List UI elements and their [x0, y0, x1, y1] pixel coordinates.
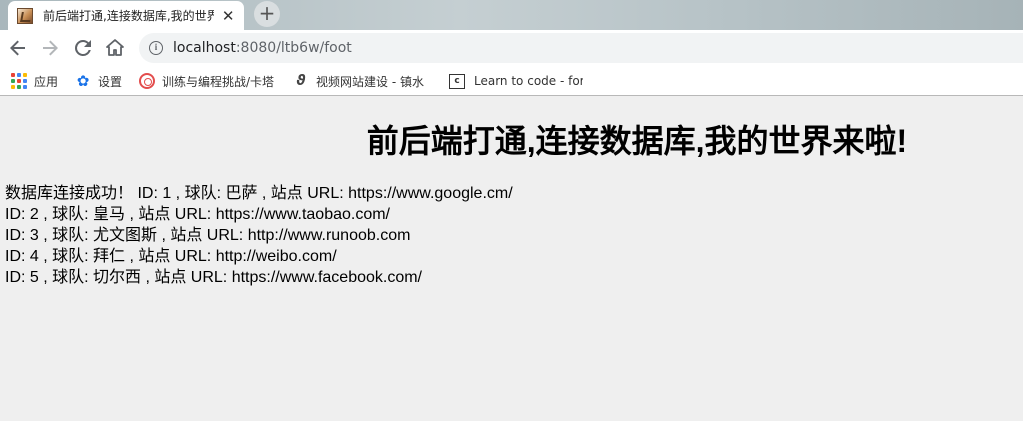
tab-title: 前后端打通,连接数据库,我的世界 [43, 9, 215, 23]
bookmark-label: 应用 [34, 74, 59, 89]
url-path: :8080/ltb6w/foot [235, 40, 352, 56]
bookmarks-bar: 应用 ✿ 设置 训练与编程挑战/卡塔 ϑ 视频网站建设 - 镇水 c Learn… [0, 66, 1023, 96]
apps-icon [11, 73, 27, 89]
browser-toolbar: i localhost:8080/ltb6w/foot [0, 30, 1023, 66]
new-tab-button[interactable]: + [254, 1, 280, 27]
code-icon: c [449, 73, 465, 89]
page-content: 前后端打通,连接数据库,我的世界来啦! 数据库连接成功！ ID: 1 , 球队:… [0, 97, 1023, 421]
record-line: ID: 2 , 球队: 皇马 , 站点 URL: https://www.tao… [5, 206, 391, 223]
favicon-icon [17, 7, 33, 24]
bookmark-label: 训练与编程挑战/卡塔 [162, 74, 275, 89]
info-icon[interactable]: i [149, 41, 163, 55]
bookmark-apps[interactable]: 应用 [11, 72, 58, 90]
bookmark-label: 设置 [98, 74, 123, 89]
home-icon [106, 39, 124, 56]
bookmark-label: Learn to code - for [474, 74, 583, 88]
browser-tab[interactable]: 前后端打通,连接数据库,我的世界 ✕ [8, 1, 244, 30]
url-host: localhost [173, 40, 236, 56]
address-bar[interactable]: i localhost:8080/ltb6w/foot [139, 33, 1023, 63]
url-text[interactable]: localhost:8080/ltb6w/foot [173, 40, 352, 56]
bookmark-learn-to-code[interactable]: c Learn to code - for [447, 72, 583, 90]
video-icon: ϑ [296, 73, 306, 89]
tab-strip: 前后端打通,连接数据库,我的世界 ✕ + [0, 0, 1023, 30]
home-button[interactable] [103, 36, 127, 60]
record-list: 数据库连接成功！ ID: 1 , 球队: 巴萨 , 站点 URL: https:… [5, 183, 513, 288]
close-tab-icon[interactable]: ✕ [220, 8, 236, 24]
back-arrow-icon [10, 40, 25, 56]
record-line: ID: 4 , 球队: 拜仁 , 站点 URL: http://weibo.co… [5, 248, 337, 265]
training-icon [139, 73, 155, 89]
record-line: ID: 3 , 球队: 尤文图斯 , 站点 URL: http://www.ru… [5, 227, 411, 244]
record-line: 数据库连接成功！ ID: 1 , 球队: 巴萨 , 站点 URL: https:… [5, 185, 513, 202]
bookmark-video[interactable]: ϑ 视频网站建设 - 镇水 [293, 72, 433, 90]
reload-icon [75, 39, 91, 56]
bookmark-settings[interactable]: ✿ 设置 [75, 72, 122, 90]
bookmark-label: 视频网站建设 - 镇水 [316, 74, 424, 89]
forward-button[interactable] [38, 36, 62, 60]
bookmark-training[interactable]: 训练与编程挑战/卡塔 [139, 72, 277, 90]
record-line: ID: 5 , 球队: 切尔西 , 站点 URL: https://www.fa… [5, 269, 423, 286]
gear-icon: ✿ [76, 72, 90, 90]
forward-arrow-icon [43, 40, 58, 56]
back-button[interactable] [6, 36, 30, 60]
page-title: 前后端打通,连接数据库,我的世界来啦! [366, 123, 908, 159]
reload-button[interactable] [71, 36, 95, 60]
